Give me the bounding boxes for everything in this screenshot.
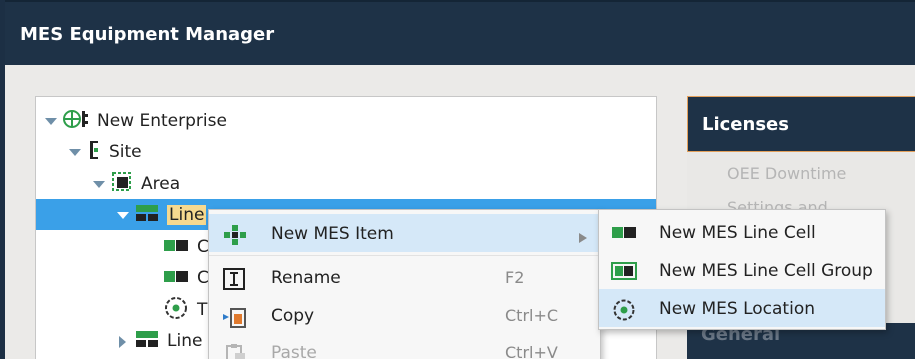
tree-item-line-cell[interactable]: C bbox=[163, 263, 209, 293]
chevron-down-icon[interactable] bbox=[117, 210, 129, 220]
chevron-down-icon[interactable] bbox=[69, 147, 81, 157]
line-cell-group-icon bbox=[611, 261, 637, 281]
tree-item-label: Area bbox=[141, 174, 181, 194]
licenses-header[interactable]: Licenses bbox=[687, 96, 915, 152]
submenu-item-new-location[interactable]: New MES Location bbox=[599, 289, 885, 327]
tree-item-line-selected[interactable]: Line bbox=[117, 200, 207, 230]
tree-item-area[interactable]: Area bbox=[93, 169, 180, 199]
tree-item-label: New Enterprise bbox=[97, 111, 227, 131]
tree-item-line[interactable]: Line bbox=[117, 326, 202, 356]
menu-item-shortcut: Ctrl+C bbox=[505, 306, 559, 325]
menu-item-label: Copy bbox=[271, 306, 315, 326]
license-item-oee-downtime: OEE Downtime bbox=[727, 164, 847, 183]
submenu-arrow-icon bbox=[579, 228, 587, 247]
chevron-down-icon[interactable] bbox=[45, 116, 57, 126]
tree-item-label: Line bbox=[167, 331, 203, 351]
context-menu: New MES Item Rename F2 Copy Ctrl+C Paste… bbox=[208, 209, 601, 359]
menu-item-shortcut: Ctrl+V bbox=[505, 343, 558, 359]
title-bar: MES Equipment Manager bbox=[5, 0, 915, 65]
licenses-header-label: Licenses bbox=[702, 114, 789, 135]
menu-item-rename[interactable]: Rename F2 bbox=[209, 258, 600, 296]
tree-item-enterprise[interactable]: New Enterprise bbox=[45, 106, 227, 136]
tree-item-label: T bbox=[197, 300, 208, 320]
menu-item-label: New MES Item bbox=[271, 224, 394, 244]
line-icon bbox=[135, 201, 159, 229]
chevron-right-icon[interactable] bbox=[117, 336, 127, 348]
menu-item-new-mes-item[interactable]: New MES Item bbox=[209, 214, 600, 252]
menu-item-shortcut: F2 bbox=[505, 268, 525, 287]
tree-item-location[interactable]: T bbox=[163, 295, 207, 325]
location-icon bbox=[163, 296, 189, 324]
tree-item-label: Line bbox=[167, 205, 207, 225]
new-mes-item-submenu: New MES Line Cell New MES Line Cell Grou… bbox=[598, 209, 886, 330]
line-cell-icon bbox=[163, 266, 189, 290]
tree-item-site[interactable]: Site bbox=[69, 137, 142, 167]
chevron-down-icon[interactable] bbox=[93, 179, 105, 189]
location-icon bbox=[611, 299, 637, 321]
menu-item-label: Paste bbox=[271, 343, 317, 359]
enterprise-icon bbox=[63, 107, 89, 135]
site-icon bbox=[87, 138, 101, 166]
tree-item-label: Site bbox=[109, 142, 142, 162]
new-item-icon bbox=[223, 224, 246, 245]
submenu-item-new-line-cell[interactable]: New MES Line Cell bbox=[599, 213, 885, 251]
submenu-item-label: New MES Location bbox=[659, 299, 815, 319]
paste-icon bbox=[223, 343, 245, 359]
submenu-item-new-line-cell-group[interactable]: New MES Line Cell Group bbox=[599, 251, 885, 289]
menu-item-label: Rename bbox=[271, 268, 341, 288]
menu-item-paste[interactable]: Paste Ctrl+V bbox=[209, 333, 600, 359]
tree-item-line-cell[interactable]: C bbox=[163, 232, 209, 262]
area-icon bbox=[111, 170, 133, 198]
copy-icon bbox=[223, 306, 246, 328]
rename-icon bbox=[223, 268, 245, 290]
submenu-item-label: New MES Line Cell bbox=[659, 223, 816, 243]
line-cell-icon bbox=[611, 223, 637, 243]
menu-item-copy[interactable]: Copy Ctrl+C bbox=[209, 296, 600, 334]
window-title: MES Equipment Manager bbox=[20, 24, 275, 45]
submenu-item-label: New MES Line Cell Group bbox=[659, 261, 873, 281]
menu-separator bbox=[209, 255, 600, 256]
line-cell-icon bbox=[163, 235, 189, 259]
line-icon bbox=[135, 327, 159, 355]
